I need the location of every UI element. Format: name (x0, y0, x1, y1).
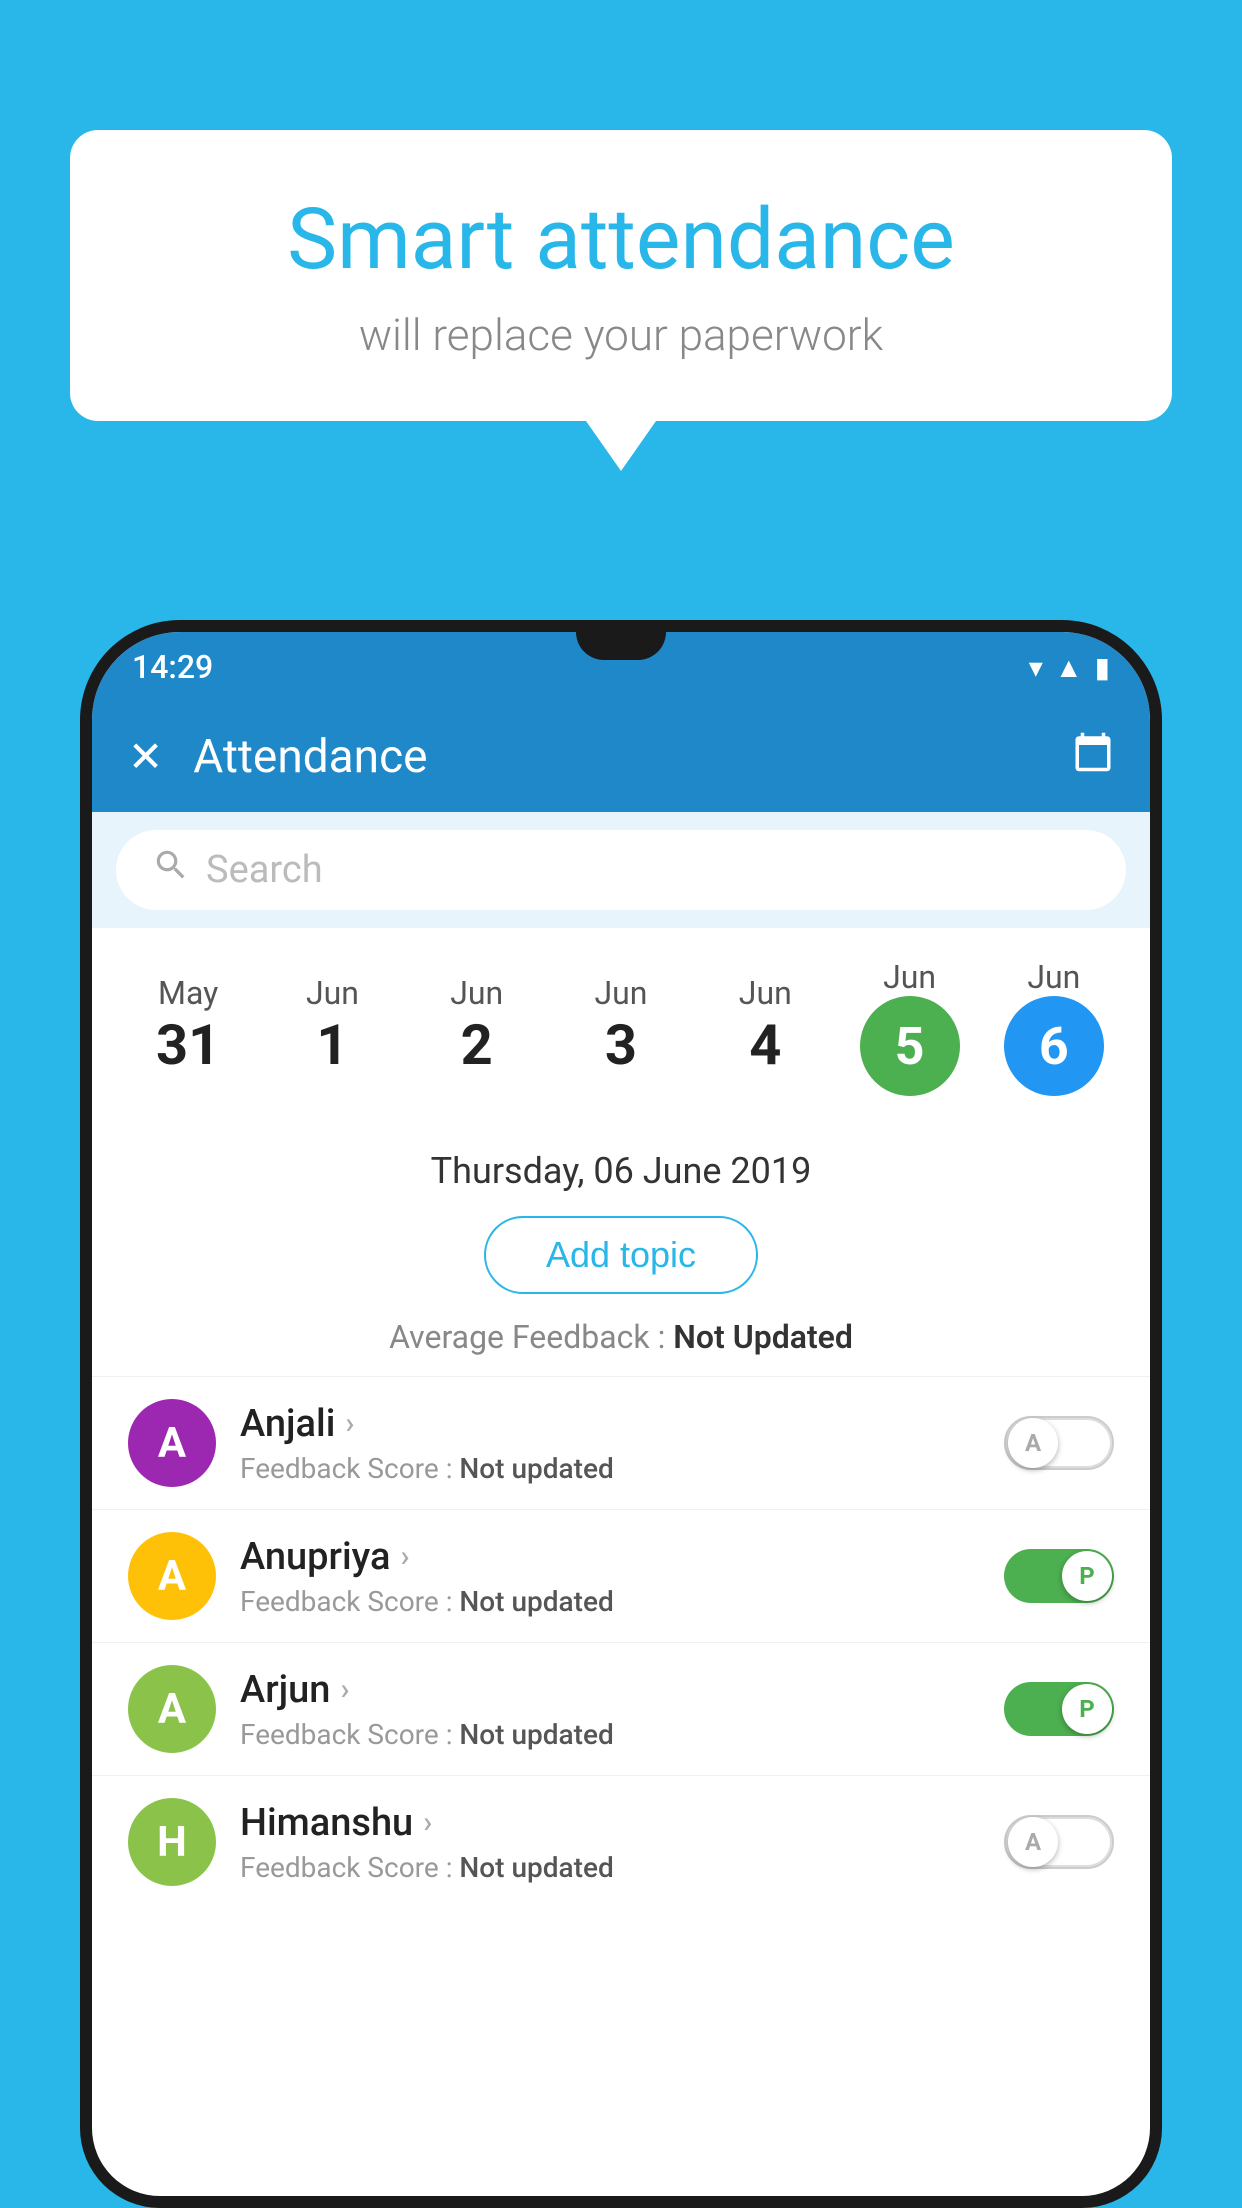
date-month: Jun (450, 974, 503, 1012)
student-info: Himanshu › Feedback Score : Not updated (240, 1801, 980, 1884)
date-day: 1 (316, 1012, 348, 1079)
close-icon[interactable]: ✕ (128, 732, 163, 782)
date-day-selected: 5 (895, 1016, 925, 1077)
notch (576, 632, 666, 660)
attendance-toggle[interactable]: A (1004, 1416, 1114, 1470)
student-feedback: Feedback Score : Not updated (240, 1585, 980, 1618)
date-month: Jun (739, 974, 792, 1012)
status-icons: ▾ ▲ ▮ (1029, 651, 1110, 684)
students-list: AAnjali ›Feedback Score : Not updatedAAA… (92, 1376, 1150, 1908)
student-item[interactable]: A Arjun › Feedback Score : Not updated P (92, 1642, 1150, 1775)
battery-icon: ▮ (1095, 651, 1110, 684)
student-name: Himanshu › (240, 1801, 980, 1845)
date-month: Jun (306, 974, 359, 1012)
chevron-icon: › (340, 1672, 349, 1707)
search-bar[interactable]: Search (116, 830, 1126, 910)
app-bar-title: Attendance (193, 730, 1042, 784)
student-name: Anjali › (240, 1402, 980, 1446)
signal-icon: ▲ (1055, 651, 1083, 684)
search-icon (152, 846, 190, 894)
app-bar: ✕ Attendance (92, 702, 1150, 812)
attendance-toggle[interactable]: A (1004, 1815, 1114, 1869)
student-info: Arjun › Feedback Score : Not updated (240, 1668, 980, 1751)
speech-bubble-title: Smart attendance (150, 190, 1092, 289)
feedback-value: Not updated (459, 1718, 613, 1751)
student-item[interactable]: A Anupriya › Feedback Score : Not updated P (92, 1509, 1150, 1642)
student-info: Anupriya › Feedback Score : Not updated (240, 1535, 980, 1618)
date-col[interactable]: May31 (123, 974, 253, 1079)
date-day-today: 6 (1039, 1016, 1069, 1077)
feedback-value: Not updated (459, 1851, 613, 1884)
date-month: Jun (1027, 958, 1080, 996)
student-feedback: Feedback Score : Not updated (240, 1851, 980, 1884)
speech-bubble-container: Smart attendance will replace your paper… (70, 130, 1172, 471)
feedback-value: Not updated (459, 1452, 613, 1485)
date-col[interactable]: Jun3 (556, 974, 686, 1079)
student-feedback: Feedback Score : Not updated (240, 1452, 980, 1485)
date-day: 31 (156, 1012, 220, 1079)
add-topic-btn: Add topic (92, 1202, 1150, 1308)
selected-date: Thursday, 06 June 2019 (92, 1126, 1150, 1202)
date-col[interactable]: Jun 5 (845, 958, 975, 1096)
student-item[interactable]: A Anjali › Feedback Score : Not updated A (92, 1376, 1150, 1509)
date-day: 2 (461, 1012, 493, 1079)
toggle-knob: P (1062, 1551, 1112, 1601)
date-day: 4 (749, 1012, 781, 1079)
date-col[interactable]: Jun4 (700, 974, 830, 1079)
status-time: 14:29 (132, 648, 213, 686)
date-day: 3 (605, 1012, 637, 1079)
search-placeholder: Search (206, 848, 323, 892)
content-area: Thursday, 06 June 2019 Add topic Average… (92, 1126, 1150, 1908)
avatar: A (128, 1399, 216, 1487)
phone-frame: 14:29 ▾ ▲ ▮ ✕ Attendance (80, 620, 1162, 2208)
date-col[interactable]: Jun 6 (989, 958, 1119, 1096)
student-item[interactable]: H Himanshu › Feedback Score : Not updated A (92, 1775, 1150, 1908)
chevron-icon: › (400, 1539, 409, 1574)
date-month: Jun (883, 958, 936, 996)
toggle-knob: P (1062, 1684, 1112, 1734)
chevron-icon: › (345, 1406, 354, 1441)
attendance-toggle[interactable]: P (1004, 1549, 1114, 1603)
chevron-icon: › (423, 1805, 432, 1840)
avg-feedback-label: Average Feedback : (389, 1318, 673, 1356)
speech-bubble-subtitle: will replace your paperwork (150, 309, 1092, 361)
toggle-knob: A (1008, 1418, 1058, 1468)
student-name: Arjun › (240, 1668, 980, 1712)
student-name: Anupriya › (240, 1535, 980, 1579)
date-col[interactable]: Jun1 (267, 974, 397, 1079)
phone-inner: 14:29 ▾ ▲ ▮ ✕ Attendance (92, 632, 1150, 2196)
date-col[interactable]: Jun2 (412, 974, 542, 1079)
date-strip: May31Jun1Jun2Jun3Jun4Jun5Jun6 (92, 928, 1150, 1126)
attendance-toggle[interactable]: P (1004, 1682, 1114, 1736)
add-topic-button[interactable]: Add topic (484, 1216, 758, 1294)
avatar: H (128, 1798, 216, 1886)
avg-feedback-value: Not Updated (673, 1318, 853, 1356)
avatar: A (128, 1532, 216, 1620)
date-month: Jun (595, 974, 648, 1012)
calendar-icon[interactable] (1072, 731, 1114, 784)
speech-bubble: Smart attendance will replace your paper… (70, 130, 1172, 421)
avg-feedback: Average Feedback : Not Updated (92, 1308, 1150, 1376)
student-info: Anjali › Feedback Score : Not updated (240, 1402, 980, 1485)
date-month: May (158, 974, 218, 1012)
wifi-icon: ▾ (1029, 651, 1043, 684)
date-row: May31Jun1Jun2Jun3Jun4Jun5Jun6 (92, 948, 1150, 1116)
avatar: A (128, 1665, 216, 1753)
search-bar-container: Search (92, 812, 1150, 928)
feedback-value: Not updated (459, 1585, 613, 1618)
speech-bubble-tail (586, 421, 656, 471)
toggle-knob: A (1008, 1817, 1058, 1867)
student-feedback: Feedback Score : Not updated (240, 1718, 980, 1751)
